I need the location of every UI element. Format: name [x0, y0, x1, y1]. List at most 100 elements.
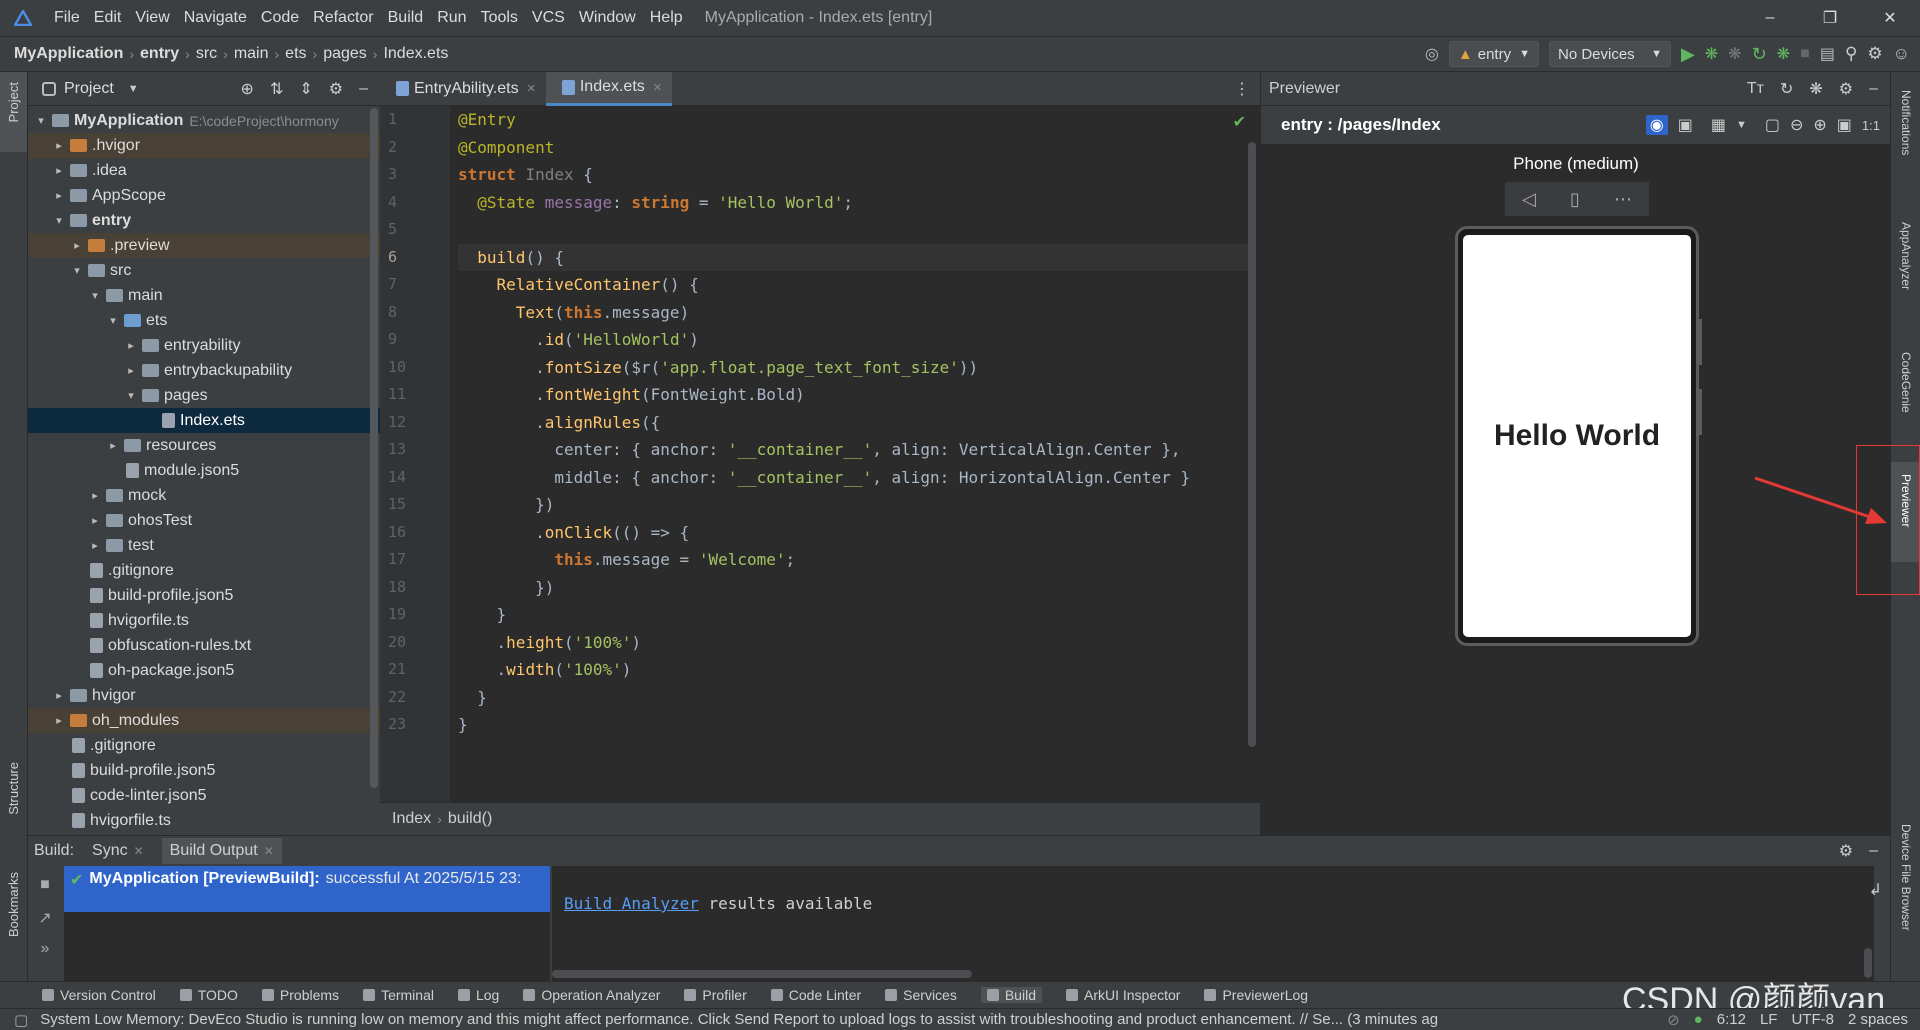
- expand-icon[interactable]: »: [28, 940, 62, 958]
- tool-window-previewerlog[interactable]: PreviewerLog: [1204, 987, 1308, 1003]
- tree-item[interactable]: ▾ main: [28, 283, 380, 308]
- tree-item[interactable]: ▸ test: [28, 533, 380, 558]
- tree-item[interactable]: .gitignore: [28, 733, 380, 758]
- tree-item[interactable]: ▸ .hvigor: [28, 133, 380, 158]
- zoom-in-icon[interactable]: ⊕: [1813, 115, 1826, 135]
- build-analyzer-link[interactable]: Build Analyzer: [564, 894, 699, 913]
- tree-item[interactable]: hvigorfile.ts: [28, 608, 380, 633]
- tool-window-problems[interactable]: Problems: [261, 987, 339, 1003]
- code-crumb-struct[interactable]: Index: [392, 810, 431, 828]
- chevron-right-icon[interactable]: ▸: [52, 139, 66, 152]
- status-message[interactable]: System Low Memory: DevEco Studio is runn…: [40, 1011, 1570, 1028]
- chevron-down-icon[interactable]: ▾: [124, 389, 138, 402]
- phone-screen[interactable]: Hello World: [1463, 235, 1691, 637]
- chevron-down-icon[interactable]: ▼: [128, 83, 139, 95]
- chevron-down-icon[interactable]: ▾: [70, 264, 84, 277]
- close-icon[interactable]: ✕: [653, 81, 662, 94]
- output-h-scrollbar[interactable]: [552, 970, 972, 978]
- hide-panel-icon[interactable]: –: [1869, 80, 1878, 98]
- bookmarks-tool-label[interactable]: Bookmarks: [6, 872, 21, 937]
- soft-wrap-icon[interactable]: ↲: [1869, 880, 1882, 900]
- tool-window-version-control[interactable]: Version Control: [42, 987, 156, 1003]
- tree-item[interactable]: ▾ ets: [28, 308, 380, 333]
- tree-item[interactable]: ▾ entry: [28, 208, 380, 233]
- hello-world-text[interactable]: Hello World: [1494, 419, 1660, 453]
- fullscreen-icon[interactable]: ▣: [1837, 115, 1852, 135]
- tab-sync[interactable]: Sync: [92, 842, 128, 860]
- more-icon[interactable]: ⋯: [1614, 189, 1632, 210]
- indent-setting[interactable]: 2 spaces: [1848, 1011, 1908, 1028]
- line-separator[interactable]: LF: [1760, 1011, 1778, 1028]
- tree-item[interactable]: build-profile.json5: [28, 758, 380, 783]
- file-encoding[interactable]: UTF-8: [1791, 1011, 1834, 1028]
- editor-scrollbar[interactable]: [1248, 142, 1256, 747]
- menu-item-file[interactable]: File: [54, 9, 80, 27]
- menu-item-edit[interactable]: Edit: [94, 9, 122, 27]
- chevron-right-icon[interactable]: ▸: [124, 339, 138, 352]
- chevron-right-icon[interactable]: ▸: [70, 239, 84, 252]
- menu-item-build[interactable]: Build: [388, 9, 424, 27]
- chevron-right-icon[interactable]: ▸: [52, 164, 66, 177]
- chevron-down-icon[interactable]: ▾: [88, 289, 102, 302]
- chevron-down-icon[interactable]: ▼: [1736, 119, 1747, 131]
- codegenie-tool-label[interactable]: CodeGenie: [1899, 352, 1913, 413]
- tree-item[interactable]: ▸ entrybackupability: [28, 358, 380, 383]
- structure-tool-label[interactable]: Structure: [6, 762, 21, 815]
- breadcrumb-item[interactable]: MyApplication: [14, 45, 123, 63]
- tree-item[interactable]: ▸ .preview: [28, 233, 380, 258]
- notifications-tool-label[interactable]: Notifications: [1899, 90, 1913, 155]
- appanalyzer-tool-label[interactable]: AppAnalyzer: [1899, 222, 1913, 290]
- apply-changes-icon[interactable]: ↻: [1752, 44, 1767, 65]
- build-entry-row[interactable]: ✔ MyApplication [PreviewBuild]: successf…: [64, 866, 550, 912]
- target-icon[interactable]: ◎: [1425, 44, 1439, 64]
- breadcrumb-item[interactable]: main: [234, 45, 269, 63]
- tree-item[interactable]: ▸ .idea: [28, 158, 380, 183]
- menu-item-run[interactable]: Run: [437, 9, 466, 27]
- close-icon[interactable]: ✕: [527, 82, 536, 95]
- tree-item[interactable]: ▸ hvigor: [28, 683, 380, 708]
- tool-window-build[interactable]: Build: [980, 987, 1042, 1003]
- chevron-right-icon[interactable]: ▸: [52, 689, 66, 702]
- stop-icon[interactable]: ■: [28, 876, 62, 894]
- close-icon[interactable]: ✕: [134, 844, 144, 858]
- chevron-down-icon[interactable]: ▾: [34, 114, 48, 127]
- fit-icon[interactable]: ▢: [1765, 115, 1780, 135]
- settings-icon[interactable]: ⚙: [1867, 44, 1882, 64]
- menu-item-navigate[interactable]: Navigate: [184, 9, 247, 27]
- tab-entryability-ets[interactable]: EntryAbility.ets ✕: [380, 72, 546, 106]
- tab-build-output[interactable]: Build Output ✕: [161, 838, 282, 864]
- multi-device-icon[interactable]: ▦: [1711, 115, 1726, 135]
- tree-scrollbar[interactable]: [370, 108, 378, 788]
- stop-icon[interactable]: ■: [1800, 45, 1810, 63]
- tree-item[interactable]: ▾ src: [28, 258, 380, 283]
- layers-icon[interactable]: ▣: [1678, 115, 1693, 135]
- chevron-right-icon[interactable]: ▸: [52, 714, 66, 727]
- breadcrumb-item[interactable]: pages: [323, 45, 367, 63]
- menu-item-window[interactable]: Window: [579, 9, 636, 27]
- minimize-button[interactable]: –: [1740, 9, 1800, 27]
- gear-icon[interactable]: ⚙: [1839, 841, 1853, 861]
- hide-panel-icon[interactable]: –: [1869, 842, 1878, 860]
- rotate-icon[interactable]: ▯: [1570, 189, 1580, 210]
- menu-item-refactor[interactable]: Refactor: [313, 9, 373, 27]
- chevron-down-icon[interactable]: ▾: [52, 214, 66, 227]
- module-selector[interactable]: ▲ entry ▼: [1448, 41, 1539, 67]
- locate-icon[interactable]: ⊕: [241, 79, 254, 99]
- tool-window-todo[interactable]: TODO: [179, 987, 238, 1003]
- tree-item[interactable]: module.json5: [28, 458, 380, 483]
- tree-item[interactable]: hvigorfile.ts: [28, 808, 380, 833]
- device-selector[interactable]: No Devices ▼: [1548, 41, 1671, 67]
- menu-item-code[interactable]: Code: [261, 9, 299, 27]
- tool-window-log[interactable]: Log: [457, 987, 499, 1003]
- tree-item[interactable]: .gitignore: [28, 558, 380, 583]
- one-to-one-icon[interactable]: 1:1: [1862, 118, 1880, 133]
- tree-item[interactable]: ▸ oh_modules: [28, 708, 380, 733]
- collapse-all-icon[interactable]: ⇕: [299, 79, 312, 99]
- font-size-icon[interactable]: Tт: [1747, 80, 1764, 98]
- menu-item-help[interactable]: Help: [650, 9, 683, 27]
- close-icon[interactable]: ✕: [264, 844, 274, 858]
- tree-item[interactable]: build-profile.json5: [28, 583, 380, 608]
- maximize-button[interactable]: ❐: [1800, 8, 1860, 28]
- run-icon[interactable]: ▶: [1681, 44, 1695, 65]
- chevron-right-icon[interactable]: ▸: [88, 539, 102, 552]
